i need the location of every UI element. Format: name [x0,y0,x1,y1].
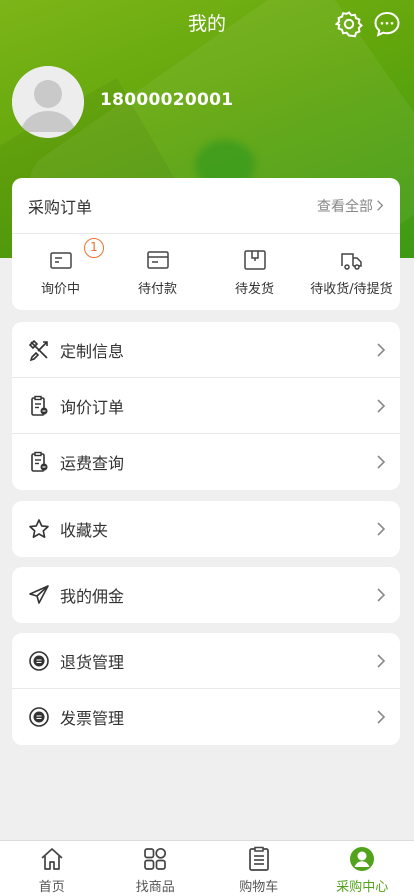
grid-icon [144,847,167,870]
paper-plane-icon [29,585,49,604]
purchase-orders-card: 采购订单 查看全部 1 询价中 待付款 待发货 待收货/待提货 [12,178,400,310]
status-label: 待付款 [137,282,177,297]
default-avatar-icon [12,66,84,138]
status-label: 询价中 [40,282,80,297]
menu-my-commission[interactable]: 我的佣金 [12,567,400,623]
menu-label: 收藏夹 [60,521,109,540]
menu-label: 发票管理 [60,709,125,728]
truck-icon [340,253,362,270]
card-icon [146,251,169,269]
tab-label: 采购中心 [336,880,389,895]
menu-label: 运费查询 [60,454,125,473]
user-icon [350,847,375,871]
menu-group-management: 退货管理 发票管理 [12,633,400,745]
chat-bubble-icon[interactable] [373,10,401,38]
menu-group-favorites: 收藏夹 [12,501,400,557]
coin-icon [29,707,49,727]
tools-icon [28,339,48,361]
tab-home[interactable]: 首页 [0,841,104,896]
status-pending-shipment[interactable]: 待发货 [206,234,303,310]
inquiry-icon [49,252,72,269]
orders-title: 采购订单 [28,197,93,217]
chevron-right-icon [377,588,386,602]
menu-label: 退货管理 [60,652,125,672]
menu-inquiry-orders[interactable]: 询价订单 [12,378,400,434]
tab-cart[interactable]: 购物车 [207,841,311,896]
tab-label: 首页 [38,880,65,895]
tab-purchase-center[interactable]: 采购中心 [311,841,414,896]
clipboard-icon [31,395,48,416]
tab-find-products[interactable]: 找商品 [104,841,208,896]
status-inquiring[interactable]: 1 询价中 [12,234,109,310]
menu-group-commission: 我的佣金 [12,567,400,623]
menu-returns[interactable]: 退货管理 [12,633,400,689]
chevron-right-icon [377,710,386,724]
chevron-right-icon [377,200,384,211]
user-phone: 18000020001 [100,90,234,110]
chevron-right-icon [377,653,386,668]
avatar[interactable] [12,66,84,138]
menu-label: 我的佣金 [60,587,125,606]
menu-favorites[interactable]: 收藏夹 [12,501,400,557]
menu-group-info: 定制信息 询价订单 运费查询 [12,322,400,490]
menu-freight-query[interactable]: 运费查询 [12,434,400,490]
tab-label: 购物车 [239,880,279,895]
tab-label: 找商品 [135,880,175,895]
list-icon [248,846,269,871]
chevron-right-icon [377,342,386,357]
menu-custom-info[interactable]: 定制信息 [12,322,400,378]
view-all-link[interactable]: 查看全部 [317,196,384,216]
box-icon [243,250,266,270]
status-pending-receipt[interactable]: 待收货/待提货 [303,234,400,310]
status-label: 待发货 [234,282,274,297]
home-icon [41,848,63,870]
status-label: 待收货/待提货 [310,282,393,297]
orders-header: 采购订单 查看全部 [12,178,400,234]
menu-invoices[interactable]: 发票管理 [12,689,400,745]
star-icon [29,519,49,538]
inquiry-count-badge: 1 [84,238,104,258]
gear-icon[interactable] [334,10,364,38]
menu-label: 询价订单 [60,397,125,417]
order-status-row: 1 询价中 待付款 待发货 待收货/待提货 [12,234,400,310]
coin-icon [29,650,49,671]
menu-label: 定制信息 [60,341,125,361]
chevron-right-icon [377,398,386,413]
chevron-right-icon [377,455,386,469]
bottom-tab-bar: 首页 找商品 购物车 采购中心 [0,840,414,896]
view-all-label: 查看全部 [317,198,373,215]
status-pending-payment[interactable]: 待付款 [109,234,206,310]
chevron-right-icon [377,522,386,536]
clipboard-icon [31,451,48,472]
